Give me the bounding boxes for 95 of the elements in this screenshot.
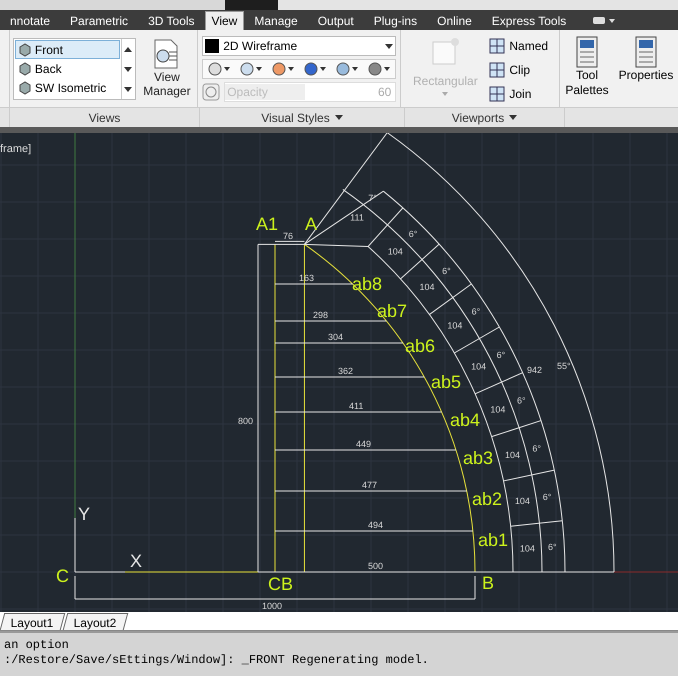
ribbon-tab[interactable]: Plug-ins	[364, 11, 428, 30]
caret-icon	[509, 115, 518, 120]
style-tool-icon[interactable]	[336, 62, 358, 76]
ribbon-tab[interactable]: Parametric	[60, 11, 138, 30]
layout-tab[interactable]: Layout2	[62, 613, 128, 630]
palette-panel-icon	[576, 36, 598, 68]
dimension-text: 6°	[548, 542, 557, 552]
point-label: A	[305, 214, 318, 234]
ribbon-tab[interactable]: Output	[308, 11, 364, 30]
point-label: ab2	[472, 489, 502, 509]
style-tool-icon[interactable]	[272, 62, 294, 76]
ribbon-tab[interactable]: nnotate	[0, 11, 60, 30]
viewport-tool-button[interactable]: Named	[489, 36, 548, 56]
point-label: ab7	[377, 301, 408, 321]
style-tool-icon[interactable]	[304, 62, 326, 76]
list-scroll-bar[interactable]	[120, 39, 135, 99]
dimension-text: 6°	[516, 396, 526, 406]
palette-panel-icon	[635, 36, 657, 68]
view-list-item[interactable]: SW Isometric	[14, 78, 120, 97]
ribbon-tab[interactable]: Express Tools	[482, 11, 576, 30]
dimension-text: 6°	[472, 306, 480, 317]
point-label: C	[56, 566, 69, 586]
dimension-text: 6°	[532, 443, 542, 454]
point-label: ab3	[463, 448, 494, 468]
dimension-text: 6°	[542, 492, 552, 502]
viewport-grid-icon	[489, 38, 506, 54]
caret-icon	[334, 115, 343, 120]
view-list-item[interactable]: Front	[14, 40, 120, 59]
style-tool-icon[interactable]	[240, 62, 262, 76]
point-label: B	[482, 573, 494, 593]
view-cube-icon	[18, 42, 32, 56]
dimension-text: 362	[338, 366, 354, 376]
dimension-text: 411	[349, 401, 364, 411]
view-manager-button[interactable]: View Manager	[138, 38, 196, 98]
dimension-text: 494	[368, 520, 384, 530]
x-axis-label: X	[130, 551, 142, 571]
dimension-text: 104	[490, 404, 506, 415]
command-line-text: :/Restore/Save/sEttings/Window]: _FRONT Regenerating model.	[4, 653, 430, 668]
dimension-text: 111	[350, 212, 364, 222]
y-axis-label: Y	[78, 504, 90, 524]
dimension-text: 104	[471, 361, 486, 372]
dimension-text: 1000	[262, 601, 282, 611]
dimension-text: 76	[283, 231, 294, 241]
dimension-text: 942	[527, 365, 542, 375]
caret-icon	[385, 44, 394, 48]
palette-button[interactable]: Properties	[614, 36, 678, 107]
dimension-text: 6°	[496, 350, 506, 360]
opacity-cube-icon	[202, 83, 220, 101]
viewport-label[interactable]: frame]	[0, 141, 32, 158]
dimension-text: 6°	[408, 229, 418, 239]
panel-title: Viewports	[452, 110, 504, 126]
dimension-text: 104	[514, 496, 530, 506]
ribbon-tab[interactable]: 3D Tools	[138, 11, 205, 30]
minimize-ribbon-icon[interactable]	[592, 15, 616, 25]
dimension-text: 304	[328, 332, 344, 342]
dimension-text: 104	[447, 320, 462, 330]
viewport-tool-button[interactable]: Clip	[489, 60, 548, 80]
viewport-tool-button[interactable]: Join	[489, 84, 548, 104]
point-label: ab5	[431, 372, 462, 392]
viewport-grid-icon	[489, 62, 506, 78]
panel-title: Views	[88, 110, 120, 126]
dimension-text: 500	[368, 561, 384, 571]
ribbon-tab[interactable]: View	[204, 11, 244, 30]
view-cube-icon	[18, 62, 32, 76]
view-cube-icon	[18, 80, 32, 94]
visual-style-dropdown[interactable]: 2D Wireframe	[202, 36, 396, 56]
dimension-text: 104	[420, 282, 435, 292]
caret-icon	[442, 92, 448, 96]
point-label: ab6	[405, 336, 436, 356]
point-label: ab8	[352, 274, 382, 294]
point-label: ab1	[478, 530, 508, 550]
dimension-text: 6°	[442, 266, 451, 276]
view-list-item[interactable]: Back	[14, 59, 120, 78]
wireframe-preview-icon	[205, 39, 220, 53]
ribbon-tab[interactable]: Online	[427, 11, 482, 30]
layout-tab[interactable]: Layout1	[0, 613, 65, 630]
dimension-text: 104	[505, 450, 520, 460]
dimension-text: 449	[356, 439, 372, 449]
palette-button[interactable]: Tool Palettes	[564, 36, 610, 107]
dimension-text: 104	[520, 543, 535, 554]
point-label: ab4	[450, 410, 480, 430]
dimension-text: 104	[388, 246, 403, 257]
dimension-text: 800	[238, 416, 254, 426]
style-tool-icon[interactable]	[208, 62, 230, 76]
dimension-text: 298	[313, 310, 328, 320]
viewport-grid-icon	[489, 86, 506, 102]
dimension-text: 477	[362, 480, 378, 490]
ucs-axes-drawing	[74, 518, 76, 572]
panel-title: Visual Styles	[261, 110, 330, 126]
point-label: CB	[268, 574, 294, 594]
dimension-text: 55°	[557, 361, 571, 371]
ribbon-tab[interactable]: Manage	[244, 11, 308, 30]
point-label: A1	[256, 214, 278, 234]
command-line-text: an option	[4, 638, 70, 653]
style-tool-icon[interactable]	[368, 62, 390, 76]
